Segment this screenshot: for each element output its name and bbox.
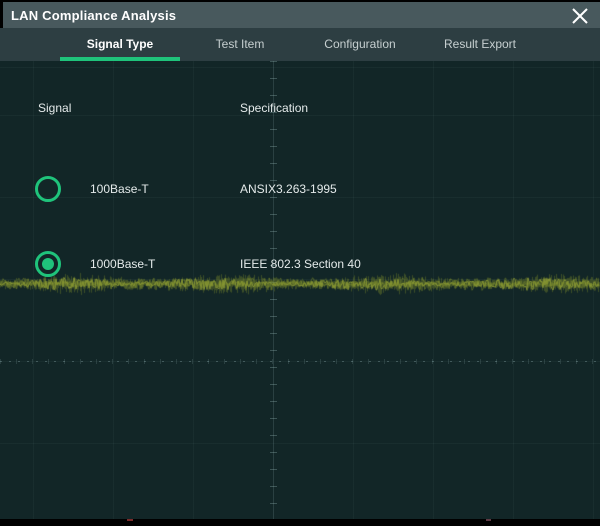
close-button[interactable] [568, 4, 592, 28]
dialog-title: LAN Compliance Analysis [3, 8, 176, 23]
bottom-edge-bar [0, 519, 600, 526]
signal-label: 100Base-T [90, 182, 149, 196]
graticule-center-horizontal-axis [0, 361, 600, 362]
tab-result-export[interactable]: Result Export [420, 28, 540, 61]
dialog-content: Signal Specification 100Base-T ANSIX3.26… [0, 61, 600, 519]
radio-dot [42, 258, 54, 270]
column-header-signal: Signal [38, 101, 71, 115]
channel-marker-tick [486, 519, 491, 521]
graticule-horizontal-axis-ticks [0, 359, 600, 364]
tab-test-item[interactable]: Test Item [180, 28, 300, 61]
specification-label: ANSIX3.263-1995 [240, 182, 337, 196]
tab-configuration[interactable]: Configuration [300, 28, 420, 61]
channel-marker-tick [127, 519, 133, 521]
signal-label: 1000Base-T [90, 257, 155, 271]
oscilloscope-screen: LAN Compliance Analysis Signal Type Test… [0, 0, 600, 526]
tab-bar: Signal Type Test Item Configuration Resu… [0, 28, 600, 61]
signal-row-1000base-t[interactable]: 1000Base-T IEEE 802.3 Section 40 [0, 249, 600, 279]
signal-row-100base-t[interactable]: 100Base-T ANSIX3.263-1995 [0, 174, 600, 204]
radio-100base-t[interactable] [35, 176, 61, 202]
close-icon [571, 7, 589, 25]
tab-signal-type[interactable]: Signal Type [60, 28, 180, 61]
dialog-titlebar: LAN Compliance Analysis [0, 0, 600, 28]
column-header-specification: Specification [240, 101, 308, 115]
radio-1000base-t[interactable] [35, 251, 61, 277]
specification-label: IEEE 802.3 Section 40 [240, 257, 361, 271]
